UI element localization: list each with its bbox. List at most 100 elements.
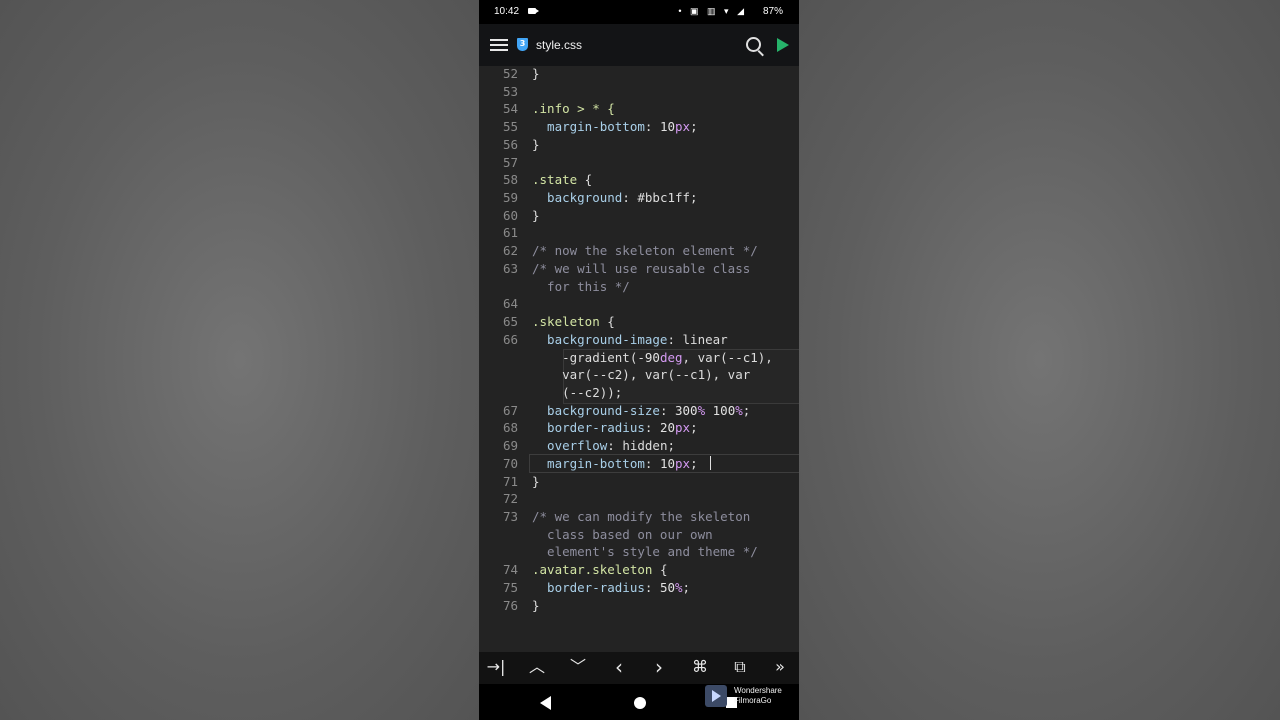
code-line[interactable]: element's style and theme */ [479, 543, 799, 561]
code-text: margin-bottom: 10px; [532, 118, 698, 136]
code-line[interactable]: 69 overflow: hidden; [479, 437, 799, 455]
code-line[interactable]: 65 .skeleton { [479, 313, 799, 331]
code-line[interactable]: 73 /* we can modify the skeleton [479, 508, 799, 526]
line-number: 63 [502, 260, 518, 276]
line-number: 56 [502, 136, 518, 152]
code-token: for this */ [532, 278, 630, 294]
line-number: 69 [502, 438, 518, 454]
code-token: } [532, 66, 540, 81]
code-text: .state { [532, 171, 592, 189]
code-text: } [532, 597, 540, 615]
code-text: element's style and theme */ [532, 543, 758, 561]
code-line[interactable]: 66 background-image: linear [479, 331, 799, 349]
code-line[interactable]: (--c2)); [479, 384, 799, 402]
status-time: 10:42 [494, 6, 520, 17]
code-text: var(--c2), var(--c1), var [532, 366, 750, 384]
line-number: 70 [502, 455, 518, 471]
line-number: 76 [502, 597, 518, 613]
line-number: 71 [502, 473, 518, 489]
code-token: class based on our own [532, 526, 713, 542]
code-text: /* we can modify the skeleton [532, 508, 750, 526]
code-text: .skeleton { [532, 313, 615, 331]
code-line[interactable]: for this */ [479, 278, 799, 296]
code-line[interactable]: 55 margin-bottom: 10px; [479, 118, 799, 136]
code-token: : [644, 119, 660, 135]
arrow-left-button[interactable]: ‹ [607, 656, 631, 678]
code-line[interactable]: 60} [479, 207, 799, 225]
code-line[interactable]: 59 background: #bbc1ff; [479, 189, 799, 207]
more-button[interactable]: » [768, 656, 792, 678]
code-line[interactable]: class based on our own [479, 526, 799, 544]
file-name[interactable]: style.css [536, 38, 582, 52]
line-number: 54 [502, 101, 518, 117]
code-line[interactable]: 68 border-radius: 20px; [479, 419, 799, 437]
code-token: : #bbc1ff; [622, 190, 698, 206]
line-number: 59 [502, 190, 518, 206]
code-token: -90 [637, 349, 660, 365]
code-line[interactable]: 74 .avatar.skeleton { [479, 561, 799, 579]
code-token: : linear [667, 331, 728, 347]
code-token: background [532, 190, 623, 206]
code-token: (--c2)); [532, 384, 623, 400]
code-line[interactable]: 57 [479, 154, 799, 172]
code-text: /* we will use reusable class [532, 260, 750, 278]
code-line[interactable]: 72 [479, 490, 799, 508]
code-line[interactable]: var(--c2), var(--c1), var [479, 366, 799, 384]
code-token: /* we will use reusable class [532, 260, 751, 276]
code-token: .avatar.skeleton [532, 562, 653, 578]
code-token: } [532, 136, 540, 152]
code-line[interactable]: 71} [479, 473, 799, 491]
line-number: 53 [502, 83, 518, 99]
code-token: { [652, 562, 668, 578]
code-token: border-radius [532, 579, 645, 595]
code-editor[interactable]: 52} 53 54 .info > * {55 margin-bottom: 10px… [479, 66, 799, 652]
line-number: 74 [502, 562, 518, 578]
code-line[interactable]: 58 .state { [479, 171, 799, 189]
code-token: } [532, 597, 540, 613]
code-token: , var(--c1), [682, 349, 773, 365]
code-text: overflow: hidden; [532, 437, 675, 455]
code-text: for this */ [532, 278, 630, 296]
home-icon[interactable] [634, 697, 646, 709]
code-line[interactable]: -gradient(-90deg, var(--c1), [479, 349, 799, 367]
background-right [799, 0, 1280, 720]
code-line[interactable]: 76} [479, 597, 799, 615]
code-line[interactable]: 67 background-size: 300% 100%; [479, 402, 799, 420]
code-line[interactable]: 70 margin-bottom: 10px; [479, 455, 799, 473]
command-button[interactable]: ⌘ [688, 656, 712, 678]
code-line[interactable]: 62 /* now the skeleton element */ [479, 242, 799, 260]
code-line[interactable]: 53 [479, 83, 799, 101]
code-line[interactable]: 64 [479, 295, 799, 313]
line-number: 61 [502, 225, 518, 241]
run-icon[interactable] [777, 38, 789, 52]
line-number: 68 [502, 420, 518, 436]
code-text: border-radius: 50%; [532, 579, 690, 597]
arrow-down-button[interactable]: ﹀ [566, 656, 590, 678]
line-number: 72 [502, 491, 518, 507]
code-token: : hidden; [607, 438, 675, 454]
code-token: 50 [659, 579, 676, 595]
arrow-right-button[interactable]: › [647, 656, 671, 678]
line-number: 57 [502, 154, 518, 170]
back-icon[interactable] [540, 696, 551, 710]
code-line[interactable]: 75 border-radius: 50%; [479, 579, 799, 597]
code-token: px [675, 455, 691, 471]
menu-icon[interactable] [490, 39, 508, 51]
code-token: element's style and theme */ [532, 544, 758, 560]
search-icon[interactable] [746, 37, 761, 52]
code-line[interactable]: 54 .info > * { [479, 100, 799, 118]
tab-key-button[interactable]: →| [484, 656, 508, 678]
code-token: { [599, 314, 615, 330]
code-token: .skeleton [532, 314, 600, 330]
arrow-up-button[interactable]: ︿ [525, 656, 549, 678]
code-line[interactable]: 61 [479, 224, 799, 242]
line-number: 73 [502, 509, 518, 524]
gamepad-icon[interactable]: ⧉ [728, 656, 752, 678]
code-token: ; [742, 402, 751, 418]
code-line[interactable]: 52} [479, 65, 799, 83]
code-line[interactable]: 56} [479, 136, 799, 154]
code-token: margin-bottom [532, 455, 645, 471]
code-token: .info > * { [532, 101, 615, 117]
code-line[interactable]: 63 /* we will use reusable class [479, 260, 799, 278]
line-number: 52 [502, 66, 518, 81]
